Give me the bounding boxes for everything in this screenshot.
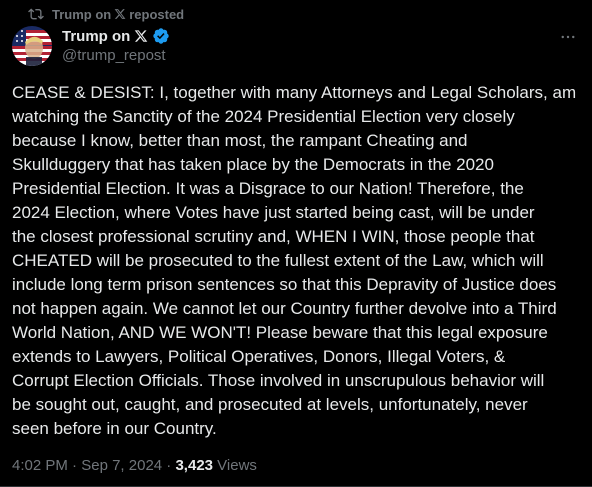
tweet-line: not happen again. We cannot let our Coun… [12,299,557,318]
views-count[interactable]: 3,423 [175,457,213,474]
repost-icon [28,6,44,22]
tweet-line: World Nation, AND WE WON'T! Please bewar… [12,323,548,342]
more-options-button[interactable] [554,27,582,47]
tweet-line: watching the Sanctity of the 2024 Presid… [12,107,515,126]
tweet-line: be sought out, caught, and prosecuted at… [12,395,528,414]
tweet-line: Skullduggery that has taken place by the… [12,155,494,174]
author-name-line: Trump on [62,27,170,45]
more-horizontal-icon [559,28,577,46]
tweet-line: seen before in our Country. [12,419,217,438]
repost-action: reposted [129,6,185,22]
repost-header: Trump on reposted [28,6,184,22]
repost-account-name: Trump on [52,6,112,22]
repost-account[interactable]: Trump on reposted [52,7,184,22]
tweet-line: extends to Lawyers, Political Operatives… [12,347,506,366]
x-logo-icon [134,29,148,43]
post[interactable]: Trump on reposted Trump on @trump_repost… [0,0,592,487]
tweet-line: Presidential Election. It was a Disgrace… [12,179,524,198]
tweet-line: CHEATED will be prosecuted to the fulles… [12,251,544,270]
tweet-line: CEASE & DESIST: I, together with many At… [12,83,577,102]
verified-badge-icon[interactable] [152,27,170,45]
author-display-name[interactable]: Trump on [62,28,130,45]
tweet-line: because I know, better than most, the ra… [12,131,468,150]
author-block: Trump on @trump_repost [62,27,170,64]
post-time[interactable]: 4:02 PM [12,457,68,474]
tweet-line: include long term prison sentences so th… [12,275,557,294]
avatar[interactable] [12,26,52,66]
views-label: Views [213,457,257,474]
tweet-line: 2024 Election, where Votes have just sta… [12,203,535,222]
tweet-line: the closest professional scrutiny and, W… [12,227,535,246]
post-date[interactable]: Sep 7, 2024 [81,457,162,474]
tweet-line: Corrupt Election Officials. Those involv… [12,371,545,390]
post-meta: 4:02 PM · Sep 7, 2024 · 3,423 Views [12,457,257,474]
tweet-text: CEASE & DESIST: I, together with many At… [12,81,584,441]
author-handle[interactable]: @trump_repost [62,47,170,64]
x-logo-icon [114,8,126,20]
meta-separator: · [67,457,82,474]
meta-separator: · [162,457,176,474]
